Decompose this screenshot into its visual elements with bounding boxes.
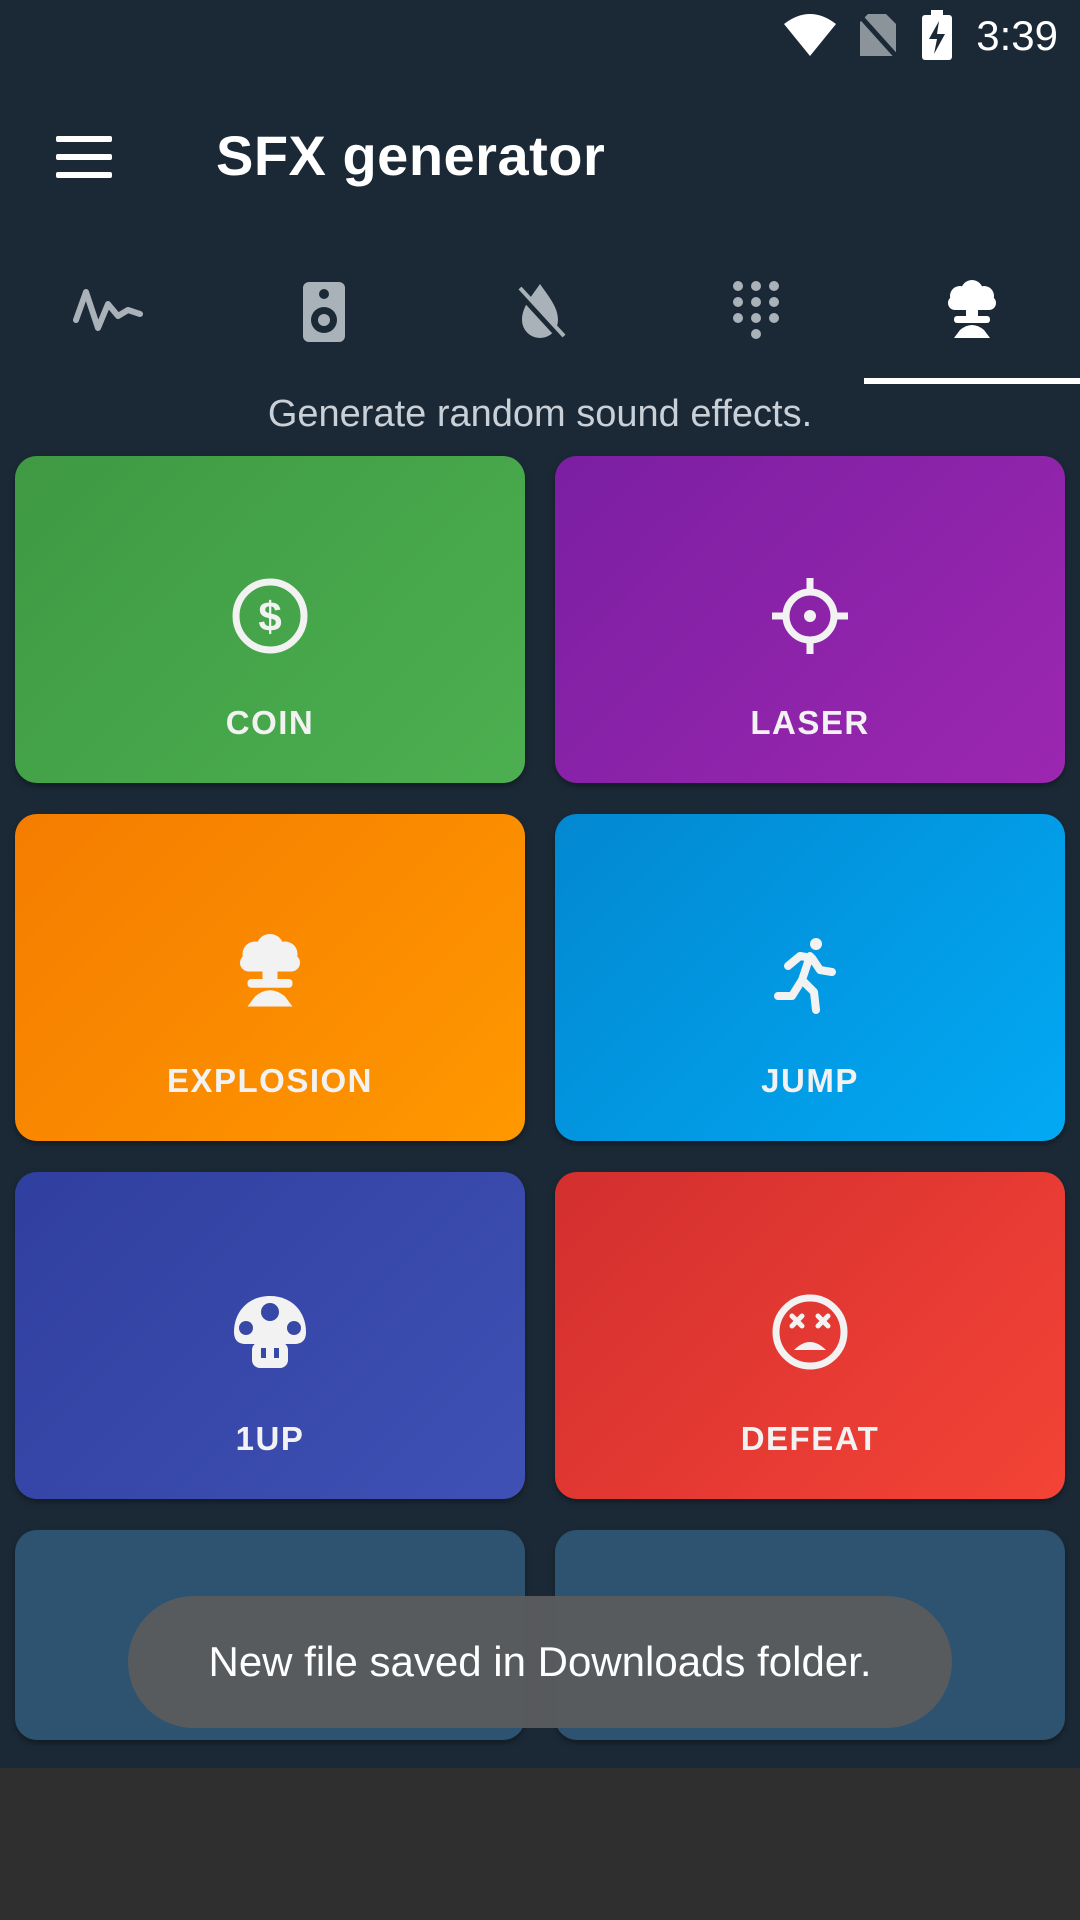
jump-button[interactable]: JUMP xyxy=(555,814,1065,1141)
dead-face-icon xyxy=(772,1294,848,1370)
oneup-label: 1UP xyxy=(235,1420,305,1457)
tab-muted-drop[interactable] xyxy=(432,252,648,384)
clock: 3:39 xyxy=(976,12,1058,59)
running-person-icon xyxy=(774,938,836,1014)
crosshair-icon xyxy=(772,578,848,654)
explosion-icon xyxy=(948,280,996,338)
laser-label: LASER xyxy=(750,704,870,741)
bottom-bar xyxy=(0,1768,1080,1920)
subtitle: Generate random sound effects. xyxy=(267,393,813,435)
oneup-button[interactable]: 1UP xyxy=(15,1172,525,1499)
tab-bar xyxy=(0,252,1080,384)
battery-charging-icon xyxy=(922,10,952,60)
dialpad-icon xyxy=(733,281,779,339)
status-bar: 3:39 xyxy=(0,0,1080,72)
tab-explosion[interactable] xyxy=(864,252,1080,384)
tab-speaker[interactable] xyxy=(216,252,432,384)
waveform-icon xyxy=(73,289,143,331)
svg-text:$: $ xyxy=(258,593,281,640)
jump-label: JUMP xyxy=(761,1062,859,1099)
defeat-button[interactable]: DEFEAT xyxy=(555,1172,1065,1499)
app-bar: SFX generator xyxy=(0,72,1080,242)
explosion-button[interactable]: EXPLOSION xyxy=(15,814,525,1141)
tab-dialpad[interactable] xyxy=(648,252,864,384)
explosion-icon xyxy=(240,934,300,1007)
app-title: SFX generator xyxy=(216,124,606,187)
coin-label: COIN xyxy=(225,704,315,741)
wifi-icon xyxy=(784,14,836,56)
defeat-label: DEFEAT xyxy=(740,1420,880,1457)
menu-button[interactable] xyxy=(46,126,118,186)
coin-button[interactable]: $ COIN xyxy=(15,456,525,783)
no-sim-icon xyxy=(858,14,898,58)
speaker-icon xyxy=(303,282,345,342)
explosion-label: EXPLOSION xyxy=(166,1062,374,1099)
dollar-coin-icon: $ xyxy=(232,578,308,654)
toast-message: New file saved in Downloads folder. xyxy=(128,1596,952,1728)
laser-button[interactable]: LASER xyxy=(555,456,1065,783)
mushroom-icon xyxy=(234,1296,306,1368)
muted-drop-icon xyxy=(515,284,566,341)
tab-waveform[interactable] xyxy=(0,252,216,384)
